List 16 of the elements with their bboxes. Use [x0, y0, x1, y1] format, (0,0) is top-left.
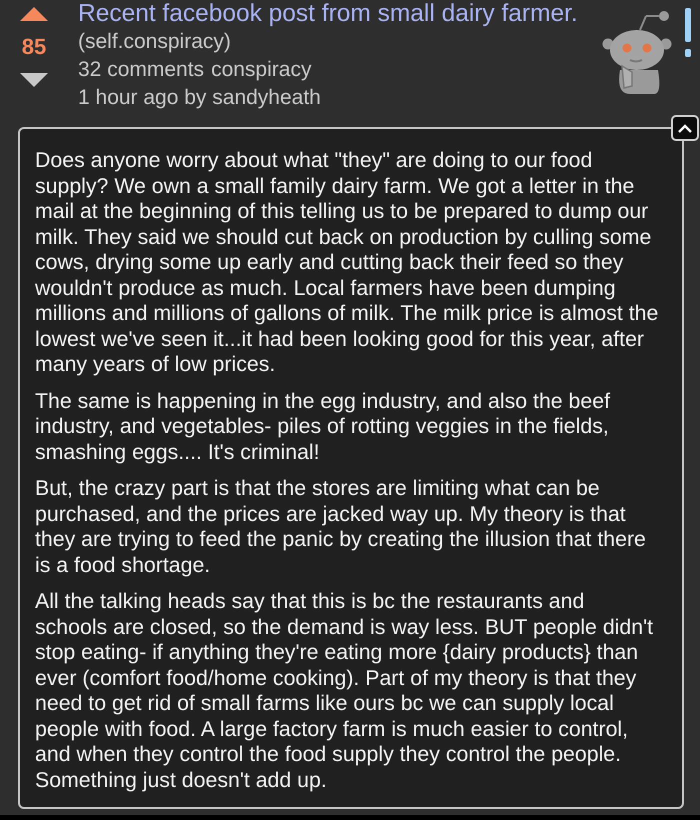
post-paragraph: Does anyone worry about what "they" are doing to our food supply? We own a small family dairy farm. We got a letter in the mail at the beginning of this telling us to be prepared to dump our milk. They said we should cut back on production by culling some cows, drying some up early and cutting back their feed so they wouldn't produce as much. Local farmers have been dumping millions and millions of gallons of milk. The milk price is almost the lowest we've seen it...it had been looking good for this year, after many years of low prices. — [35, 148, 660, 378]
post-byline: 1 hour ago by sandyheath — [78, 85, 321, 111]
upvote-button[interactable] — [20, 7, 48, 21]
downvote-button[interactable] — [20, 73, 48, 87]
collapse-button[interactable] — [671, 115, 699, 141]
post-paragraph: But, the crazy part is that the stores are limiting what can be purchased, and the prices are jacked way up. My theory is that they are trying to feed the panic by creating the illusion that there is a food shortage. — [35, 476, 647, 578]
subreddit-link[interactable]: conspiracy — [211, 56, 312, 84]
thinking-alien-icon — [602, 8, 674, 94]
caret-icon — [678, 124, 692, 132]
vote-score: 85 — [22, 35, 46, 59]
post-domain: (self.conspiracy) — [78, 29, 231, 55]
exclamation-icon — [684, 8, 692, 58]
post-paragraph: The same is happening in the egg industry, and also the beef industry, and vegetables- piles of rotting veggies in the fields, smashing eggs.... It's criminal! — [35, 388, 612, 465]
post-title[interactable]: Recent facebook post from small dairy farmer. — [78, 0, 578, 28]
comments-link[interactable]: 32 comments — [78, 56, 204, 84]
post-paragraph: All the talking heads say that this is bc the restaurants and schools are closed, so the demand is way less. BUT people didn't stop eating- if anything they're eating more {dairy products} than ever (comfort food/home cooking). Part of my theory is that they need to get rid of small farms like ours bc we can supply local people with food. A large factory farm is much easier to control, and when they control the food supply they control the people. Something just doesn't add up. — [35, 589, 654, 793]
